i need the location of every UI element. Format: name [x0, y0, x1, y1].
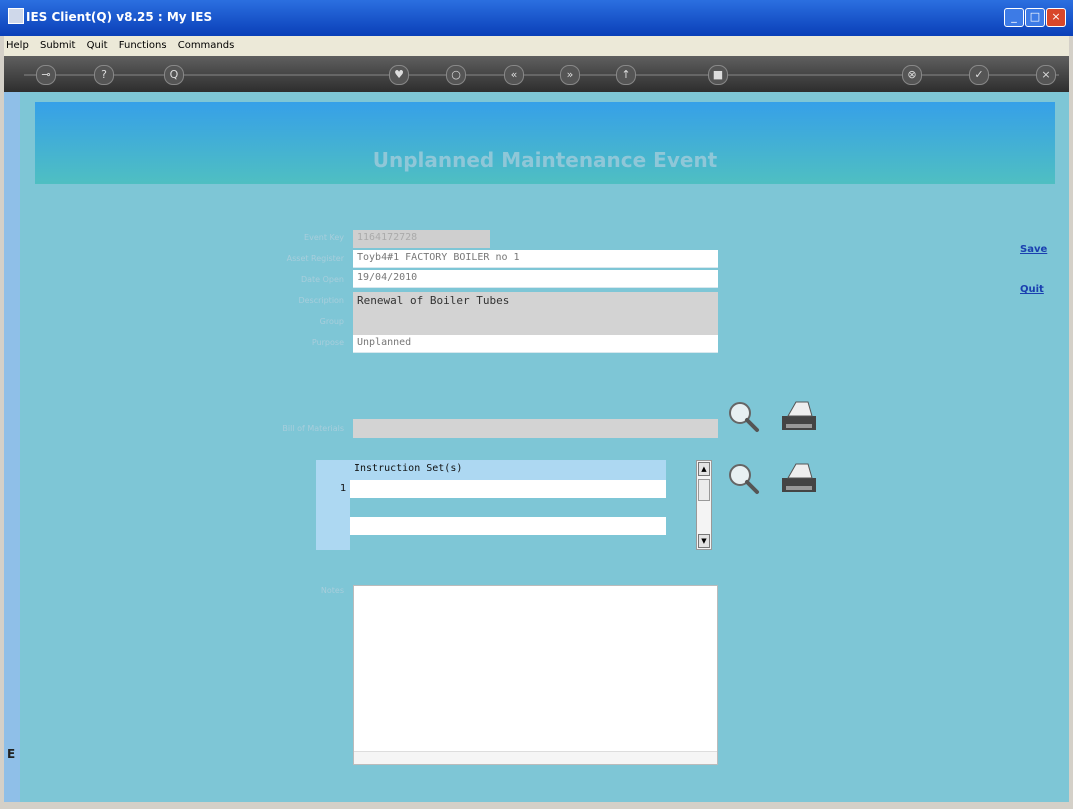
notes-text	[354, 586, 717, 594]
grid-column-header: Instruction Set(s)	[350, 460, 666, 480]
description-field[interactable]: Renewal of Boiler Tubes	[353, 292, 718, 314]
date-open-field[interactable]: 19/04/2010	[353, 270, 718, 288]
menu-submit[interactable]: Submit	[40, 40, 75, 51]
group-field[interactable]	[353, 314, 718, 335]
close-button[interactable]: ×	[1046, 8, 1066, 27]
asset-register-label: Asset Register	[286, 254, 344, 263]
grid-row[interactable]	[350, 517, 666, 535]
page-title: Unplanned Maintenance Event	[372, 148, 718, 172]
quit-link[interactable]: Quit	[1020, 284, 1044, 295]
scroll-up-icon[interactable]: ▲	[698, 462, 710, 476]
description-label: Description	[298, 296, 344, 305]
grid-row[interactable]	[350, 480, 666, 498]
menu-commands[interactable]: Commands	[178, 40, 235, 51]
menu-functions[interactable]: Functions	[119, 40, 167, 51]
notes-label: Notes	[320, 586, 344, 595]
notes-textarea[interactable]	[353, 585, 718, 765]
toolbar: ⊸ ? Q ♥ ○ « » ↑ ■ ⊗ ✓ ×	[4, 56, 1069, 92]
grid-row-header	[316, 460, 350, 550]
group-label: Group	[319, 317, 344, 326]
cancel-icon[interactable]: ⊗	[902, 65, 922, 85]
back-icon[interactable]: «	[504, 65, 524, 85]
menu-bar: Help Submit Quit Functions Commands	[4, 36, 1069, 56]
instruction-print-icon[interactable]	[778, 460, 820, 496]
notes-horizontal-scrollbar[interactable]	[354, 751, 717, 764]
scroll-thumb[interactable]	[698, 479, 710, 501]
scroll-down-icon[interactable]: ▼	[698, 534, 710, 548]
date-open-label: Date Open	[300, 275, 344, 284]
maximize-button[interactable]: □	[1025, 8, 1045, 27]
instruction-grid: Instruction Set(s) 1	[316, 460, 668, 550]
menu-quit[interactable]: Quit	[87, 40, 108, 51]
purpose-label: Purpose	[311, 338, 344, 347]
bom-print-icon[interactable]	[778, 398, 820, 434]
refresh-icon[interactable]: ○	[446, 65, 466, 85]
close-icon[interactable]: ×	[1036, 65, 1056, 85]
left-strip: E	[4, 92, 20, 802]
up-icon[interactable]: ↑	[616, 65, 636, 85]
window-title: IES Client(Q) v8.25 : My IES	[26, 10, 213, 24]
key-icon[interactable]: ⊸	[36, 65, 56, 85]
help-icon[interactable]: ?	[94, 65, 114, 85]
forward-icon[interactable]: »	[560, 65, 580, 85]
window-titlebar: IES Client(Q) v8.25 : My IES _ □ ×	[0, 0, 1073, 36]
grid-scrollbar[interactable]: ▲ ▼	[696, 460, 712, 550]
left-strip-mark: E	[7, 747, 16, 761]
bill-of-materials-field[interactable]	[353, 419, 718, 438]
asset-register-field[interactable]: Toyb4#1 FACTORY BOILER no 1	[353, 250, 718, 268]
search-icon[interactable]: Q	[164, 65, 184, 85]
grid-row-number: 1	[340, 483, 347, 494]
event-key-field: 1164172728	[353, 230, 490, 248]
page-banner: Unplanned Maintenance Event	[35, 102, 1055, 184]
heart-icon[interactable]: ♥	[389, 65, 409, 85]
main-panel: Unplanned Maintenance Event Event Key As…	[20, 92, 1069, 802]
bom-search-icon[interactable]	[724, 398, 766, 434]
check-icon[interactable]: ✓	[969, 65, 989, 85]
instruction-search-icon[interactable]	[724, 460, 766, 496]
menu-help[interactable]: Help	[6, 40, 29, 51]
save-link[interactable]: Save	[1020, 244, 1047, 255]
bill-of-materials-label: Bill of Materials	[282, 424, 344, 433]
stop-icon[interactable]: ■	[708, 65, 728, 85]
minimize-button[interactable]: _	[1004, 8, 1024, 27]
event-key-label: Event Key	[304, 233, 344, 242]
purpose-field[interactable]: Unplanned	[353, 335, 718, 353]
app-icon	[8, 8, 24, 24]
